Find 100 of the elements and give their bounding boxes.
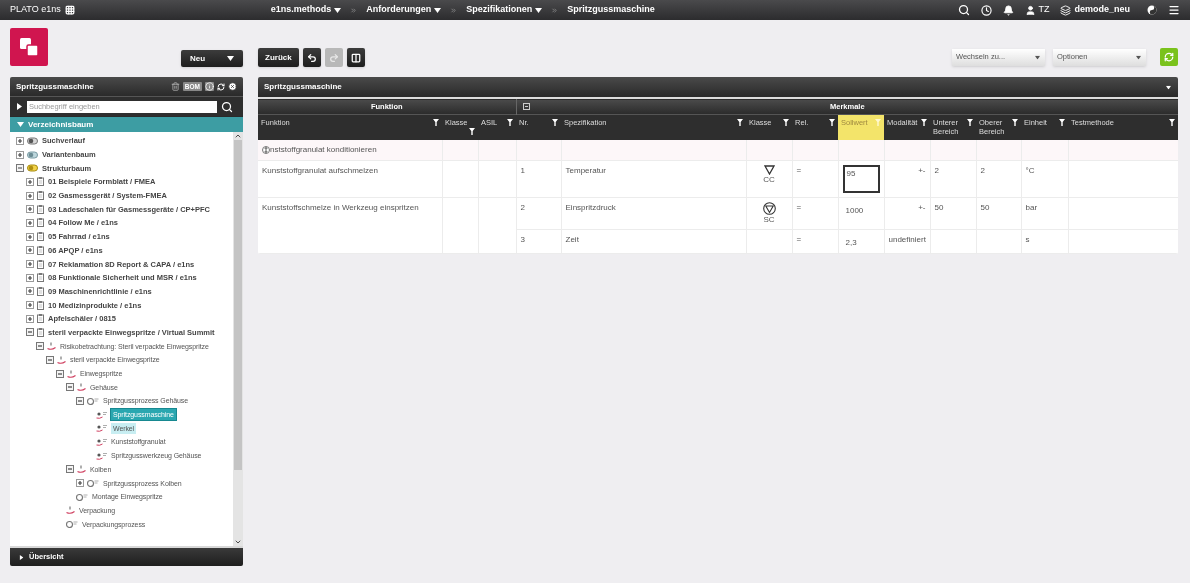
- layers-icon[interactable]: [1060, 4, 1072, 16]
- circled-triangle-icon: [762, 202, 776, 215]
- expand-icon[interactable]: [26, 273, 34, 282]
- process-icon: [87, 396, 99, 405]
- back-button[interactable]: Zurück: [258, 48, 299, 67]
- collapse-icon[interactable]: [76, 396, 84, 405]
- new-button[interactable]: Neu: [181, 50, 243, 67]
- app-title: PLATO e1ns: [10, 3, 61, 17]
- clipboard-icon: [37, 204, 44, 214]
- caret-icon: [1135, 55, 1142, 59]
- user-initials[interactable]: TZ: [1038, 3, 1050, 17]
- table-cell: 2: [980, 166, 985, 175]
- hook-icon: [77, 465, 86, 474]
- collapse-icon[interactable]: [522, 103, 530, 110]
- search-icon[interactable]: [958, 4, 971, 16]
- caret-icon: [17, 122, 24, 127]
- breadcrumb-link[interactable]: Anforderungen: [366, 3, 442, 17]
- collapse-icon[interactable]: [36, 342, 44, 351]
- filter-icon[interactable]: [921, 118, 927, 126]
- table-cell-text: 1000: [844, 205, 865, 217]
- caret-icon: [535, 7, 543, 13]
- clock-icon[interactable]: [981, 4, 993, 16]
- breadcrumb-link[interactable]: Spezifikationen: [466, 3, 543, 17]
- scroll-thumb[interactable]: [234, 140, 242, 470]
- filter-icon[interactable]: [1012, 118, 1018, 126]
- clipboard-icon: [37, 327, 44, 337]
- scroll-down-icon[interactable]: [234, 538, 242, 546]
- collapse-icon[interactable]: [66, 383, 74, 392]
- table-cell: 2: [520, 203, 525, 212]
- toggle-switch-icon: [27, 136, 38, 145]
- scrollbar[interactable]: [233, 132, 243, 546]
- expand-icon[interactable]: [26, 177, 34, 186]
- caret-icon: [334, 7, 342, 13]
- filter-icon[interactable]: [469, 127, 475, 135]
- expand-icon[interactable]: [76, 479, 84, 488]
- expand-icon[interactable]: [26, 314, 34, 323]
- caret-icon: [434, 7, 442, 13]
- expand-icon[interactable]: [16, 150, 24, 159]
- clipboard-icon: [37, 245, 44, 255]
- search-icon[interactable]: [221, 100, 233, 113]
- expand-icon[interactable]: [26, 232, 34, 241]
- table-cell: +-: [918, 166, 926, 175]
- clipboard-icon: [37, 273, 44, 283]
- expand-icon[interactable]: [26, 205, 34, 214]
- toggle-switch-icon: [27, 164, 38, 173]
- expand-icon[interactable]: [16, 136, 24, 145]
- clipboard-icon: [37, 300, 44, 310]
- filter-icon[interactable]: [737, 118, 743, 126]
- app-grid-icon[interactable]: [64, 5, 75, 15]
- expand-icon[interactable]: [26, 218, 34, 227]
- user-icon[interactable]: [1025, 4, 1037, 16]
- database-name[interactable]: demode_neu: [1074, 3, 1130, 17]
- filter-icon[interactable]: [967, 118, 973, 126]
- collapse-icon[interactable]: [26, 328, 34, 337]
- undo-button[interactable]: [302, 48, 321, 67]
- process-icon: [87, 479, 99, 488]
- table-cell-text: 2,3: [844, 237, 858, 249]
- table-cell: Einspritzdruck: [565, 203, 616, 212]
- breadcrumb-link[interactable]: Spritzgussmaschine: [567, 3, 655, 17]
- expand-icon[interactable]: [26, 287, 34, 296]
- filter-icon[interactable]: [829, 118, 835, 126]
- collapse-icon[interactable]: [46, 355, 54, 364]
- value-input[interactable]: 95: [842, 165, 880, 193]
- collapse-icon[interactable]: [16, 164, 24, 173]
- refresh-icon[interactable]: [217, 82, 225, 91]
- bell-icon[interactable]: [1003, 4, 1015, 16]
- refresh-icon: [1164, 52, 1174, 62]
- close-icon[interactable]: [228, 82, 237, 91]
- table-cell: 50: [934, 203, 944, 212]
- caret-icon: [17, 103, 22, 110]
- expand-icon[interactable]: [26, 246, 34, 255]
- hook-icon: [67, 369, 76, 378]
- filter-icon[interactable]: [507, 118, 513, 126]
- trash-icon[interactable]: [170, 82, 180, 91]
- expand-icon[interactable]: [26, 260, 34, 269]
- breadcrumb-link[interactable]: e1ns.methods: [270, 3, 342, 17]
- filter-icon[interactable]: [433, 118, 439, 126]
- collapse-icon[interactable]: [66, 465, 74, 474]
- filter-icon[interactable]: [783, 118, 789, 126]
- caret-icon: [227, 56, 234, 61]
- expand-icon[interactable]: [26, 301, 34, 310]
- clipboard-icon: [37, 259, 44, 269]
- redo-icon: [328, 52, 339, 63]
- filter-icon[interactable]: [552, 118, 558, 126]
- info-icon[interactable]: [205, 82, 214, 91]
- layout-button[interactable]: [346, 48, 365, 67]
- table-cell: Zeit: [565, 235, 579, 244]
- element-icon: [96, 437, 107, 446]
- menu-icon[interactable]: [1168, 4, 1180, 16]
- reorder-icon[interactable]: [262, 146, 270, 154]
- class-label: CC: [763, 175, 775, 185]
- filter-icon[interactable]: [1169, 118, 1176, 126]
- table-cell: 1: [520, 166, 525, 175]
- expand-icon[interactable]: [26, 191, 34, 200]
- clipboard-icon: [37, 314, 44, 324]
- yin-yang-icon[interactable]: [1147, 5, 1157, 15]
- filter-icon[interactable]: [1059, 118, 1065, 126]
- scroll-up-icon[interactable]: [234, 132, 242, 140]
- panel-title: Spritzgussmaschine: [264, 81, 342, 93]
- collapse-icon[interactable]: [56, 369, 64, 378]
